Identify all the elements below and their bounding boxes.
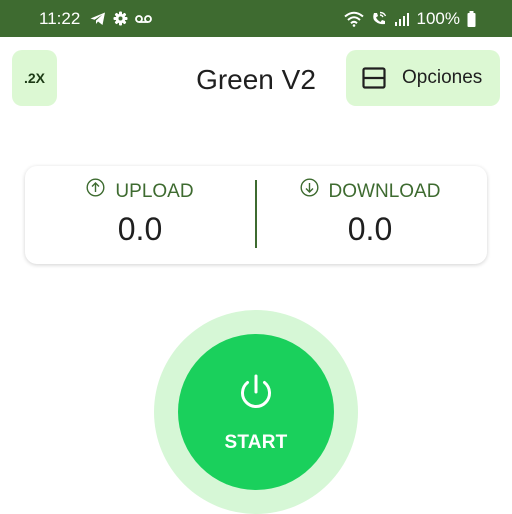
gear-icon — [113, 11, 128, 26]
wifi-calling-icon — [371, 11, 387, 27]
arrow-down-circle-icon — [300, 178, 319, 205]
traffic-stats-card: UPLOAD 0.0 DOWNLOAD 0.0 — [25, 166, 487, 264]
upload-value: 0.0 — [117, 211, 163, 247]
upload-stat: UPLOAD 0.0 — [40, 178, 240, 247]
options-button-label: Opciones — [402, 67, 483, 88]
speed-button-label: .2X — [23, 70, 45, 86]
download-stat: DOWNLOAD 0.0 — [270, 178, 470, 247]
download-value: 0.0 — [347, 211, 393, 247]
speed-button[interactable]: .2X — [12, 50, 57, 106]
options-button[interactable]: Opciones — [346, 50, 500, 106]
power-icon — [236, 372, 276, 417]
status-bar-right: 100% — [343, 8, 476, 29]
start-button[interactable]: START — [178, 334, 334, 490]
telegram-icon — [90, 12, 106, 26]
start-button-label: START — [224, 432, 288, 453]
layout-split-icon — [362, 67, 386, 89]
app-title: Green V2 — [196, 64, 316, 95]
status-time: 11:22 — [39, 8, 81, 28]
stats-divider — [255, 180, 257, 248]
download-label: DOWNLOAD — [328, 180, 441, 202]
battery-icon — [467, 10, 476, 27]
upload-label: UPLOAD — [115, 180, 194, 202]
signal-icon — [394, 12, 410, 26]
voicemail-icon — [135, 14, 153, 24]
wifi-icon — [343, 11, 364, 27]
battery-percent: 100% — [416, 8, 460, 28]
arrow-up-circle-icon — [86, 178, 105, 205]
status-bar: 11:22 100% — [0, 0, 512, 37]
status-bar-left: 11:22 — [39, 8, 153, 29]
